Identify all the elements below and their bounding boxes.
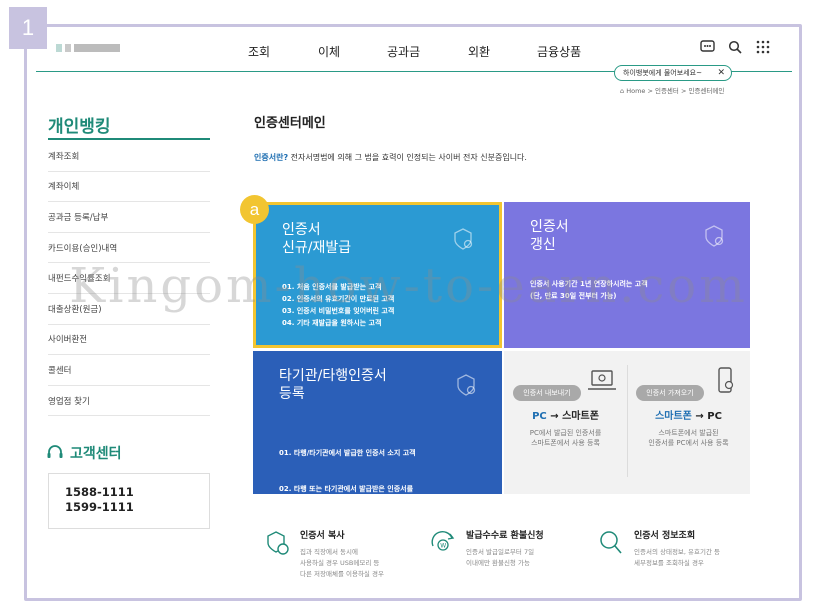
import-from: 스마트폰 — [655, 411, 692, 422]
description-strong[interactable]: 인증서란? — [254, 153, 288, 162]
nav-utility[interactable]: 공과금 — [387, 43, 420, 60]
chatbot-bubble-text: 하이뱅봇에게 물어보세요~ — [623, 69, 702, 77]
desc-line: 다른 저장매체를 이용하실 경우 — [300, 570, 384, 578]
sidebar-item-cyber-exchange[interactable]: 사이버환전 — [48, 325, 210, 356]
nav-transfer[interactable]: 이체 — [318, 43, 340, 60]
certificate-icon — [705, 225, 724, 247]
laptop-icon — [587, 370, 616, 390]
cert-info-link[interactable]: 인증서 정보조회 인증서의 상태정보, 유효기간 등 세부정보를 조회하실 경우 — [596, 528, 720, 569]
nav-forex[interactable]: 외환 — [468, 43, 490, 60]
smartphone-icon — [718, 367, 733, 393]
phone-box: 1588-1111 1599-1111 — [48, 473, 210, 529]
copy-cert-title: 인증서 복사 — [300, 531, 345, 541]
nav-inquiry[interactable]: 조회 — [248, 43, 270, 60]
issue-line: 01. 처음 인증서를 발급받는 고객 — [282, 283, 382, 291]
desc-line: 인증서 발급일로부터 7일 — [466, 548, 535, 556]
export-import-card: 인증서 내보내기 PC → 스마트폰 PC에서 발급된 인증서를 스마트폰에서 … — [504, 351, 750, 494]
sidebar-menu: 계좌조회 계좌이체 공과금 등록/납부 카드이용(승인)내역 내펀드수익률조회 … — [48, 141, 210, 417]
certificate-icon — [454, 228, 473, 250]
export-desc-line: PC에서 발급된 인증서를 — [529, 429, 602, 437]
issue-card[interactable]: 인증서 신규/재발급 01. 처음 인증서를 발급받는 고객 02. 인증서의 … — [253, 202, 502, 348]
customer-center-label: 고객센터 — [70, 446, 122, 462]
svg-text:W: W — [440, 543, 446, 550]
chatbot-bubble[interactable]: 하이뱅봇에게 물어보세요~ ✕ — [614, 65, 732, 81]
desc-line: 인증서의 상태정보, 유효기간 등 — [634, 548, 721, 556]
refund-link[interactable]: W 발급수수료 환불신청 인증서 발급일로부터 7일 이내에만 환불신청 가능 — [428, 528, 544, 569]
customer-center[interactable]: 고객센터 — [46, 443, 122, 463]
chat-icon[interactable] — [699, 40, 715, 58]
breadcrumb-text: Home > 인증센터 > 인증센터메인 — [626, 87, 725, 95]
breadcrumb: ⌂ Home > 인증센터 > 인증센터메인 — [620, 87, 725, 95]
issue-line: 02. 인증서의 유효기간이 만료된 고객 — [282, 295, 395, 303]
issue-card-lines: 01. 처음 인증서를 발급받는 고객 02. 인증서의 유효기간이 만료된 고… — [282, 281, 394, 329]
import-desc: 스마트폰에서 발급된 인증서를 PC에서 사용 등록 — [627, 428, 750, 448]
cert-info-desc: 인증서의 상태정보, 유효기간 등 세부정보를 조회하실 경우 — [634, 547, 720, 569]
renew-line: (단, 만료 30일 전부터 가능) — [530, 292, 617, 300]
sidebar-item-card-history[interactable]: 카드이용(승인)내역 — [48, 233, 210, 264]
description-text: 전자서명법에 의해 그 법을 효력이 인정되는 사이버 전자 신분증입니다. — [288, 153, 527, 162]
refund-title: 발급수수료 환불신청 — [466, 531, 544, 541]
import-to: PC — [707, 411, 722, 422]
desc-line: 세부정보를 조회하실 경우 — [634, 559, 704, 567]
copy-certificate-link[interactable]: 인증서 복사 집과 직장에서 동시에 사용하실 경우 USB메모리 등 다른 저… — [262, 528, 384, 580]
other-bank-card[interactable]: 타기관/타행인증서 등록 01. 타행/타기관에서 발급한 인증서 소지 고객 … — [253, 351, 502, 565]
search-icon[interactable] — [727, 40, 743, 58]
sidebar-item-call-center[interactable]: 콜센터 — [48, 355, 210, 386]
sidebar-title-underline — [48, 138, 210, 140]
other-line: 01. 타행/타기관에서 발급한 인증서 소지 고객 — [279, 449, 416, 457]
import-desc-line: 스마트폰에서 발급된 — [658, 429, 719, 437]
header-icons — [699, 40, 771, 58]
sidebar-title: 개인뱅킹 — [48, 117, 111, 137]
copy-cert-icon — [267, 531, 289, 555]
export-desc: PC에서 발급된 인증서를 스마트폰에서 사용 등록 — [504, 428, 627, 448]
desc-line: 집과 직장에서 동시에 — [300, 548, 358, 556]
export-to: 스마트폰 — [562, 411, 599, 422]
step-badge: 1 — [9, 7, 47, 49]
desc-line: 사용하실 경우 USB메모리 등 — [300, 559, 380, 567]
export-pill[interactable]: 인증서 내보내기 — [513, 385, 581, 401]
nav-products[interactable]: 금융상품 — [537, 43, 581, 60]
issue-line: 04. 기타 재발급을 원하시는 고객 — [282, 319, 382, 327]
headset-icon — [47, 445, 63, 458]
search-icon — [600, 531, 622, 554]
sidebar-item-fund-return[interactable]: 내펀드수익률조회 — [48, 263, 210, 294]
import-heading: 스마트폰 → PC — [655, 411, 722, 422]
import-section[interactable]: 인증서 가져오기 스마트폰 → PC 스마트폰에서 발급된 인증서를 PC에서 … — [627, 351, 750, 494]
annotation-badge-a: a — [240, 195, 269, 224]
phone-number: 1588-1111 — [65, 485, 134, 499]
sidebar-item-account-inquiry[interactable]: 계좌조회 — [48, 141, 210, 172]
sidebar-item-branch-finder[interactable]: 영업점 찾기 — [48, 386, 210, 417]
refund-desc: 인증서 발급일로부터 7일 이내에만 환불신청 가능 — [466, 547, 544, 569]
import-desc-line: 인증서를 PC에서 사용 등록 — [648, 439, 729, 447]
certificate-icon — [457, 374, 476, 396]
sidebar-item-loan-repayment[interactable]: 대출상환(원금) — [48, 294, 210, 325]
renew-card-lines: 인증서 사용기간 1년 연장하시려는 고객 (단, 만료 30일 전부터 가능) — [530, 278, 648, 302]
other-bank-card-title: 타기관/타행인증서 등록 — [279, 368, 387, 402]
phone-number: 1599-1111 — [65, 500, 134, 514]
page-description: 인증서란? 전자서명법에 의해 그 법을 효력이 인정되는 사이버 전자 신분증… — [254, 152, 527, 163]
sidebar-item-account-transfer[interactable]: 계좌이체 — [48, 172, 210, 203]
issue-line: 03. 인증서 비밀번호를 잊어버린 고객 — [282, 307, 395, 315]
export-section[interactable]: 인증서 내보내기 PC → 스마트폰 PC에서 발급된 인증서를 스마트폰에서 … — [504, 351, 627, 494]
export-desc-line: 스마트폰에서 사용 등록 — [531, 439, 600, 447]
sidebar-item-utility-payment[interactable]: 공과금 등록/납부 — [48, 202, 210, 233]
copy-cert-desc: 집과 직장에서 동시에 사용하실 경우 USB메모리 등 다른 저장매체를 이용… — [300, 547, 384, 580]
desc-line: 이내에만 환불신청 가능 — [466, 559, 530, 567]
renew-card[interactable]: 인증서 갱신 인증서 사용기간 1년 연장하시려는 고객 (단, 만료 30일 … — [504, 202, 750, 348]
import-pill[interactable]: 인증서 가져오기 — [636, 385, 704, 401]
export-heading: PC → 스마트폰 — [532, 411, 599, 422]
renew-card-title: 인증서 갱신 — [530, 219, 569, 253]
refund-icon: W — [431, 531, 455, 551]
page-title: 인증센터메인 — [254, 116, 326, 131]
renew-line: 인증서 사용기간 1년 연장하시려는 고객 — [530, 280, 648, 288]
export-from: PC — [532, 411, 547, 422]
close-icon[interactable]: ✕ — [717, 68, 725, 78]
grid-menu-icon[interactable] — [755, 40, 771, 58]
other-line: 02. 타행 또는 타기관에서 발급받은 인증서를 — [279, 485, 414, 493]
issue-card-title: 인증서 신규/재발급 — [282, 222, 352, 256]
bank-logo[interactable] — [56, 44, 120, 52]
cert-info-title: 인증서 정보조회 — [634, 531, 696, 541]
